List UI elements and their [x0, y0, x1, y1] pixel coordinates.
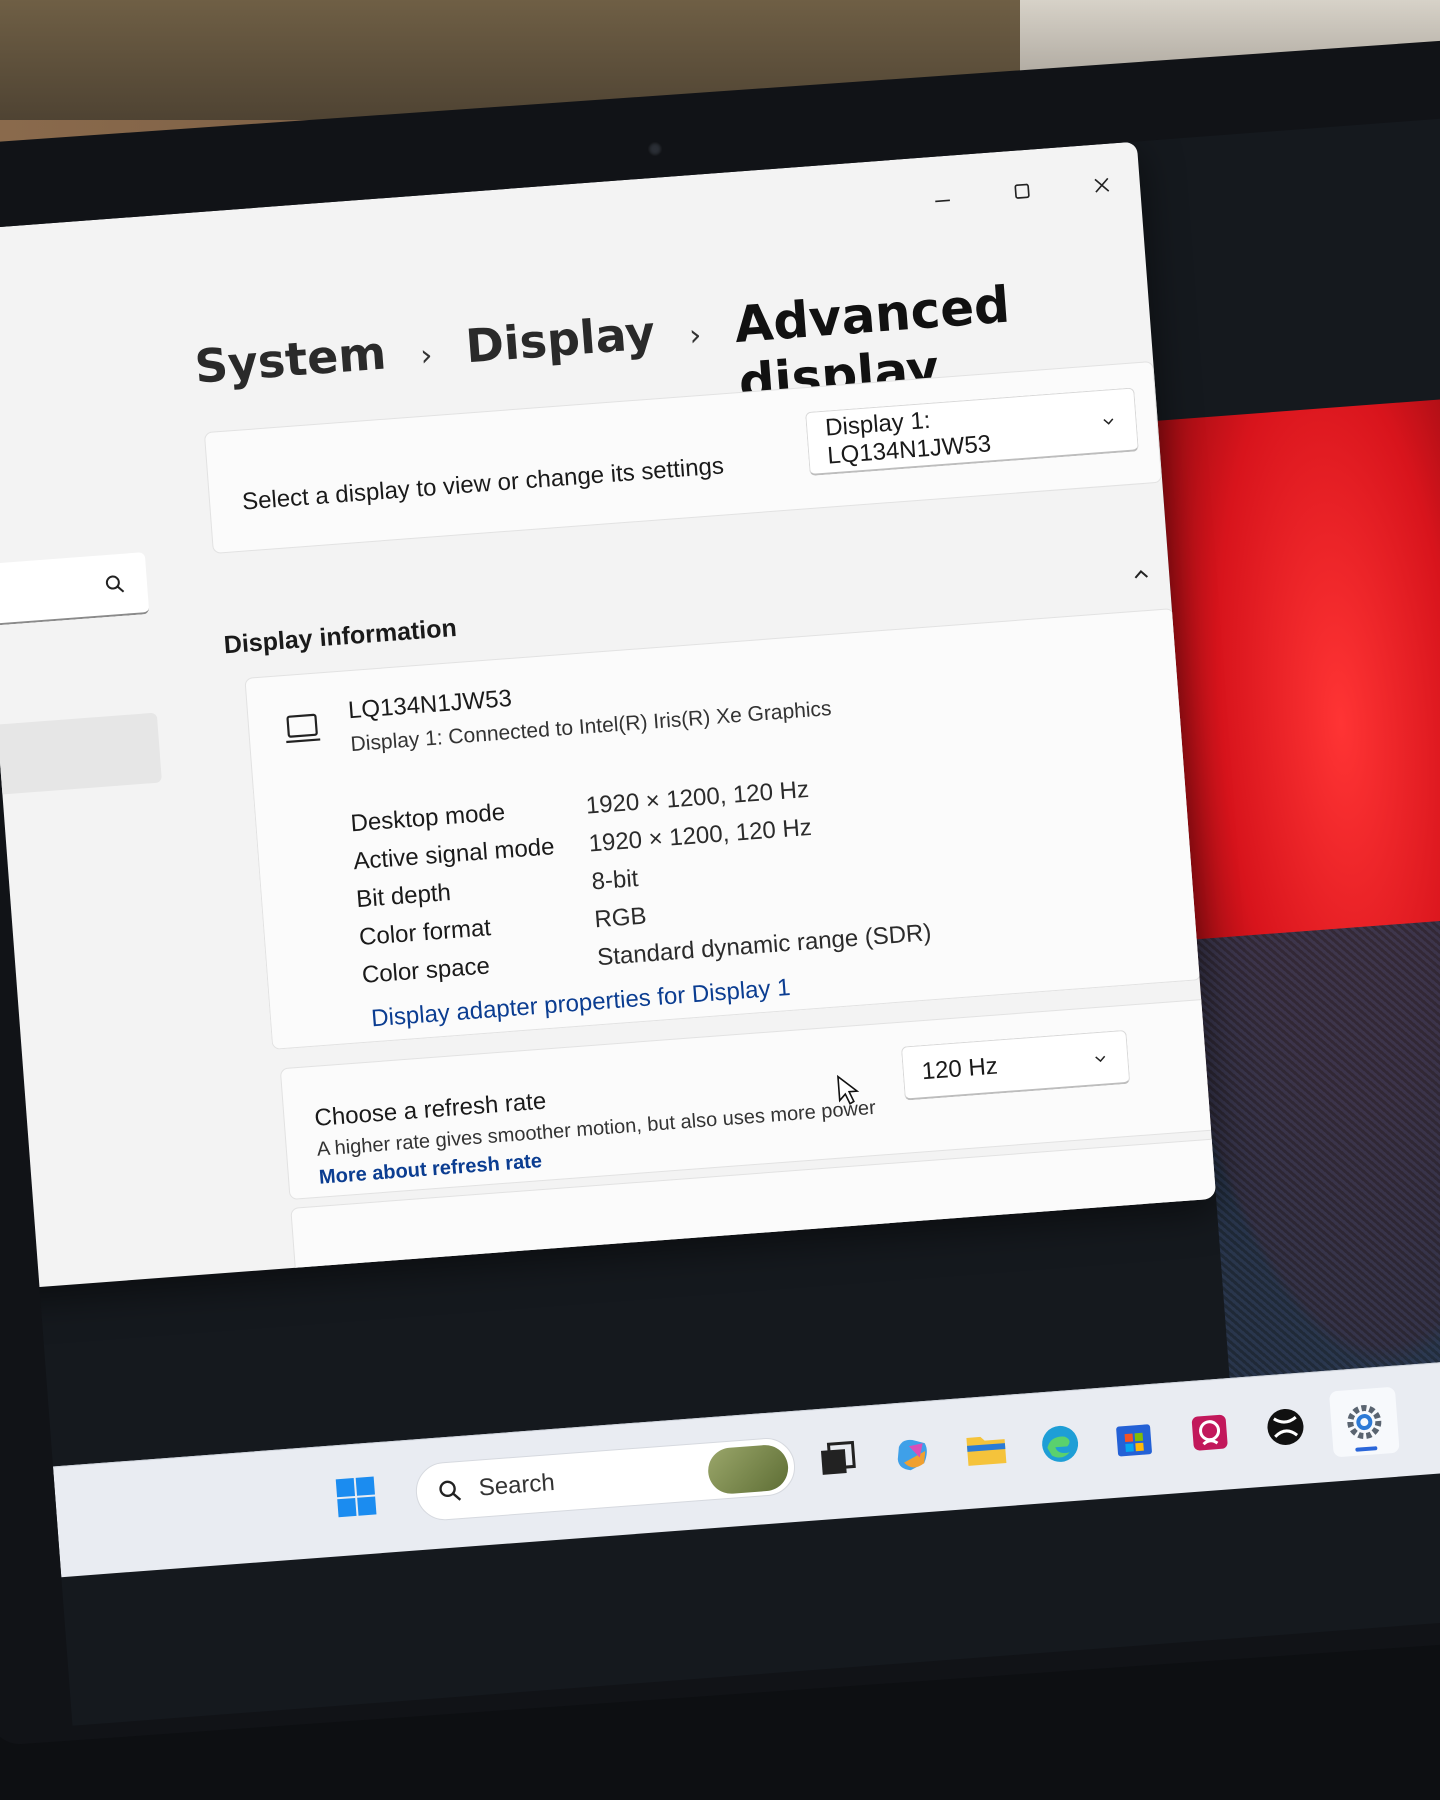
monitor-name: LQ134N1JW53 [347, 684, 513, 725]
taskbar: Search [52, 1349, 1440, 1578]
window-controls [923, 169, 1121, 214]
webcam [648, 142, 662, 156]
close-button[interactable] [1083, 169, 1121, 202]
breadcrumb-system[interactable]: System [193, 325, 388, 393]
spec-label: Color space [361, 952, 491, 989]
search-icon [439, 1480, 462, 1501]
file-explorer-icon [966, 1436, 1007, 1466]
spec-value: 8-bit [590, 865, 640, 896]
settings-icon [1347, 1405, 1382, 1440]
teams-icon [1191, 1414, 1228, 1451]
teams-button[interactable] [1178, 1401, 1242, 1465]
taskbar-search-label: Search [477, 1468, 556, 1502]
spec-label: Color format [358, 914, 492, 952]
settings-icon-wrap [1332, 1390, 1396, 1454]
xbox-button[interactable] [1253, 1395, 1317, 1459]
close-icon [1094, 177, 1110, 193]
file-explorer-button[interactable] [954, 1417, 1018, 1481]
settings-window: System › Display › Advanced display Sele… [0, 141, 1217, 1301]
copilot-icon [897, 1439, 927, 1471]
chevron-down-icon [1095, 1055, 1106, 1062]
display-information-title: Display information [222, 613, 458, 660]
settings-search-input[interactable] [0, 552, 150, 638]
mouse-cursor-icon [837, 1074, 860, 1105]
edge-icon [1042, 1425, 1079, 1462]
start-button[interactable] [324, 1465, 388, 1529]
refresh-rate-dropdown[interactable]: 120 Hz [900, 1029, 1131, 1101]
spec-label: Desktop mode [349, 798, 506, 838]
desktop-wallpaper [1157, 390, 1440, 1468]
breadcrumb-separator: › [419, 337, 434, 374]
breadcrumb-separator: › [687, 317, 703, 354]
display-select-dropdown[interactable]: Display 1: LQ134N1JW53 [805, 387, 1139, 476]
copilot-button[interactable] [880, 1423, 944, 1487]
edge-button[interactable] [1028, 1412, 1092, 1476]
settings-taskbar-button[interactable] [1328, 1386, 1400, 1458]
laptop-screen: System › Display › Advanced display Sele… [0, 113, 1440, 1726]
task-view-button[interactable] [805, 1429, 869, 1493]
xbox-icon [1267, 1408, 1304, 1445]
spec-value: 1920 × 1200, 120 Hz [587, 813, 813, 858]
spec-value: RGB [593, 902, 648, 934]
minimize-button[interactable] [923, 181, 961, 214]
spec-value: 1920 × 1200, 120 Hz [584, 775, 810, 820]
photo-scene: System › Display › Advanced display Sele… [0, 0, 1440, 1800]
sidebar-item-system[interactable] [0, 712, 162, 807]
minimize-icon [935, 199, 950, 203]
store-button[interactable] [1102, 1406, 1166, 1470]
store-icon [1116, 1424, 1152, 1457]
task-view-icon [820, 1440, 856, 1475]
search-icon [105, 575, 125, 593]
settings-sidebar [0, 217, 219, 1301]
spec-label: Bit depth [355, 879, 452, 914]
maximize-button[interactable] [1003, 175, 1041, 208]
laptop-icon [286, 713, 321, 744]
chevron-down-icon [1103, 417, 1114, 425]
display-select-label: Select a display to view or change its s… [241, 452, 725, 516]
start-icon [335, 1476, 377, 1518]
spec-label: Active signal mode [352, 833, 556, 876]
chevron-up-icon[interactable] [1128, 562, 1154, 588]
refresh-rate-value: 120 Hz [920, 1052, 999, 1085]
taskbar-search[interactable]: Search [413, 1435, 798, 1523]
search-highlight-image [706, 1443, 790, 1496]
breadcrumb-display[interactable]: Display [464, 305, 657, 373]
maximize-icon [1014, 183, 1030, 199]
display-select-value: Display 1: LQ134N1JW53 [824, 406, 993, 470]
